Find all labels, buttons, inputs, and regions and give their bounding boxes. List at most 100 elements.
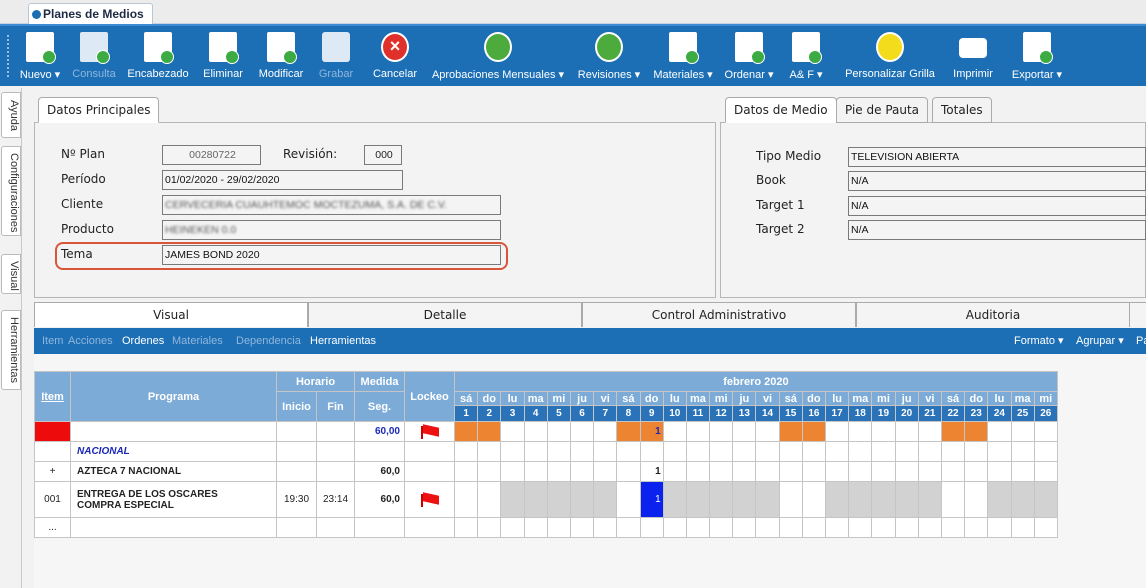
- day-cell[interactable]: [616, 517, 641, 538]
- date-header[interactable]: 12: [709, 405, 734, 422]
- day-cell[interactable]: [569, 481, 595, 518]
- tab-control-administrativo[interactable]: Control Administrativo: [582, 303, 856, 327]
- cell-fin[interactable]: 23:14: [316, 481, 355, 518]
- day-cell[interactable]: [453, 441, 479, 462]
- day-cell[interactable]: [546, 481, 571, 518]
- target2-field[interactable]: N/A: [848, 220, 1146, 240]
- day-cell[interactable]: [477, 441, 502, 462]
- day-cell[interactable]: [801, 481, 827, 518]
- day-cell[interactable]: [894, 461, 919, 482]
- day-cell[interactable]: [894, 441, 919, 462]
- day-cell[interactable]: [709, 441, 734, 462]
- day-cell[interactable]: [1010, 517, 1035, 538]
- day-cell[interactable]: [871, 517, 896, 538]
- cell-item[interactable]: 001: [34, 481, 71, 518]
- tab-detalle[interactable]: Detalle: [308, 303, 582, 327]
- day-cell[interactable]: [523, 481, 548, 518]
- date-header[interactable]: 11: [685, 405, 711, 422]
- day-cell[interactable]: [917, 441, 942, 462]
- day-cell[interactable]: [477, 517, 502, 538]
- day-cell[interactable]: 1: [639, 461, 664, 482]
- day-cell[interactable]: [1010, 461, 1035, 482]
- col-seg-header[interactable]: Seg.: [354, 391, 405, 422]
- day-cell[interactable]: [964, 421, 989, 442]
- day-cell[interactable]: 1: [639, 481, 664, 518]
- day-cell[interactable]: [732, 421, 757, 442]
- grabar-button[interactable]: Grabar: [312, 26, 360, 86]
- day-cell[interactable]: [593, 481, 618, 518]
- day-cell[interactable]: [1033, 421, 1058, 442]
- day-cell[interactable]: [894, 517, 919, 538]
- day-cell[interactable]: [964, 517, 989, 538]
- date-header[interactable]: 13: [732, 405, 757, 422]
- day-cell[interactable]: [987, 517, 1012, 538]
- day-cell[interactable]: [616, 461, 641, 482]
- day-cell[interactable]: [964, 461, 989, 482]
- day-cell[interactable]: [755, 441, 780, 462]
- cell-item[interactable]: [34, 441, 71, 462]
- day-cell[interactable]: [755, 517, 780, 538]
- day-cell[interactable]: [964, 441, 989, 462]
- day-cell[interactable]: [848, 517, 873, 538]
- cancelar-button[interactable]: × Cancelar: [364, 26, 426, 86]
- day-cell[interactable]: [685, 517, 711, 538]
- tipo-medio-field[interactable]: TELEVISION ABIERTA: [848, 147, 1146, 167]
- tab-auditoria[interactable]: Auditoria: [856, 303, 1130, 327]
- cell-lockeo[interactable]: [404, 481, 455, 518]
- day-cell[interactable]: [523, 517, 548, 538]
- day-cell[interactable]: [685, 421, 711, 442]
- day-cell[interactable]: [662, 461, 687, 482]
- aprobaciones-button[interactable]: Aprobaciones Mensuales ▾: [428, 26, 568, 86]
- day-cell[interactable]: [1033, 461, 1058, 482]
- sidebar-tab-ayuda[interactable]: Ayuda: [1, 92, 21, 138]
- day-cell[interactable]: [1033, 517, 1058, 538]
- menu-ordenes[interactable]: Ordenes: [122, 328, 164, 354]
- cell-inicio[interactable]: 19:30: [276, 481, 317, 518]
- day-cell[interactable]: [871, 461, 896, 482]
- cell-programa[interactable]: [70, 421, 277, 442]
- day-cell[interactable]: [662, 441, 687, 462]
- day-cell[interactable]: [801, 441, 827, 462]
- date-header[interactable]: 6: [569, 405, 595, 422]
- menu-materiales[interactable]: Materiales: [172, 328, 223, 354]
- day-cell[interactable]: [500, 461, 525, 482]
- day-cell[interactable]: [940, 517, 966, 538]
- menu-herramientas[interactable]: Herramientas: [310, 328, 376, 354]
- day-cell[interactable]: [662, 421, 687, 442]
- day-cell[interactable]: [801, 461, 827, 482]
- encabezado-button[interactable]: Encabezado: [122, 26, 194, 86]
- revisiones-button[interactable]: Revisiones ▾: [572, 26, 646, 86]
- date-header[interactable]: 20: [894, 405, 919, 422]
- date-header[interactable]: 2: [477, 405, 502, 422]
- day-cell[interactable]: [546, 421, 571, 442]
- day-cell[interactable]: [801, 517, 827, 538]
- date-header[interactable]: 9: [639, 405, 664, 422]
- day-cell[interactable]: [848, 461, 873, 482]
- col-programa-header[interactable]: Programa: [70, 371, 277, 422]
- day-cell[interactable]: [755, 481, 780, 518]
- day-cell[interactable]: [732, 517, 757, 538]
- day-cell[interactable]: [732, 441, 757, 462]
- day-cell[interactable]: [987, 421, 1012, 442]
- day-cell[interactable]: [546, 461, 571, 482]
- cell-programa[interactable]: [70, 517, 277, 538]
- menu-formato[interactable]: Formato ▾: [1014, 328, 1064, 354]
- day-cell[interactable]: [500, 517, 525, 538]
- day-cell[interactable]: [1033, 481, 1058, 518]
- day-cell[interactable]: [964, 481, 989, 518]
- day-cell[interactable]: [453, 481, 479, 518]
- exportar-button[interactable]: Exportar ▾: [1004, 26, 1070, 86]
- day-cell[interactable]: [824, 517, 850, 538]
- day-cell[interactable]: [732, 461, 757, 482]
- menu-acciones[interactable]: Acciones: [68, 328, 113, 354]
- cliente-field[interactable]: CERVECERIA CUAUHTEMOC MOCTEZUMA, S.A. DE…: [162, 195, 501, 215]
- day-cell[interactable]: [523, 461, 548, 482]
- menu-pa[interactable]: Pa: [1136, 328, 1146, 354]
- cell-seg[interactable]: 60,0: [354, 481, 405, 518]
- day-cell[interactable]: [685, 461, 711, 482]
- day-cell[interactable]: [1010, 421, 1035, 442]
- cell-lockeo[interactable]: [404, 517, 455, 538]
- cell-fin[interactable]: [316, 421, 355, 442]
- day-cell[interactable]: [1010, 481, 1035, 518]
- col-inicio-header[interactable]: Inicio: [276, 391, 317, 422]
